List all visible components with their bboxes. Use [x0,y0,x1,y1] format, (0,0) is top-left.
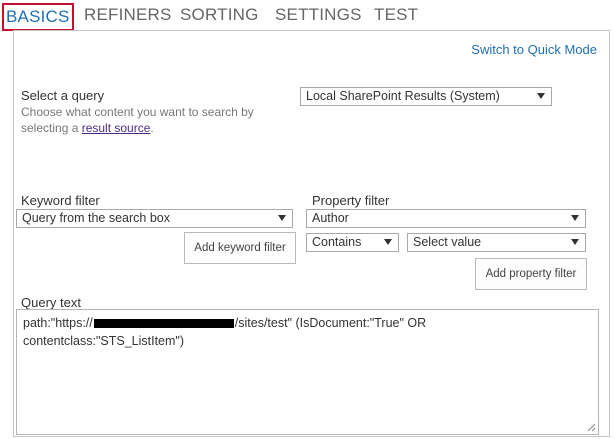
redaction-bar [93,319,234,329]
property-select[interactable]: Author [306,209,586,228]
tab-bar: BASICS REFINERS SORTING SETTINGS TEST [0,0,615,31]
keyword-filter-select[interactable]: Query from the search box [16,209,293,228]
chevron-down-icon [571,215,579,221]
select-query-description: Choose what content you want to search b… [21,105,254,135]
tab-basics[interactable]: BASICS [2,3,74,31]
tab-sorting[interactable]: SORTING [180,5,259,25]
tab-refiners[interactable]: REFINERS [84,5,172,25]
query-builder-panel: Switch to Quick Mode Select a query Choo… [13,30,610,437]
property-filter-label: Property filter [312,193,390,208]
property-value-select[interactable]: Select value [407,233,586,252]
add-keyword-filter-button[interactable]: Add keyword filter [184,232,296,264]
query-text-input[interactable]: path:"https:///sites/test" (IsDocument:"… [16,309,599,435]
operator-select[interactable]: Contains [306,233,399,252]
chevron-down-icon [571,239,579,245]
query-text-label: Query text [21,295,81,310]
result-source-link[interactable]: result source [82,121,151,135]
keyword-filter-label: Keyword filter [21,193,100,208]
chevron-down-icon [384,239,392,245]
chevron-down-icon [278,215,286,221]
tab-test[interactable]: TEST [374,5,418,25]
switch-quick-mode-link[interactable]: Switch to Quick Mode [471,42,597,57]
add-property-filter-button[interactable]: Add property filter [475,258,587,290]
resize-grip-icon[interactable] [586,422,596,432]
tab-settings[interactable]: SETTINGS [275,5,362,25]
chevron-down-icon [537,93,545,99]
query-source-select[interactable]: Local SharePoint Results (System) [300,87,552,106]
select-query-label: Select a query [21,88,105,103]
